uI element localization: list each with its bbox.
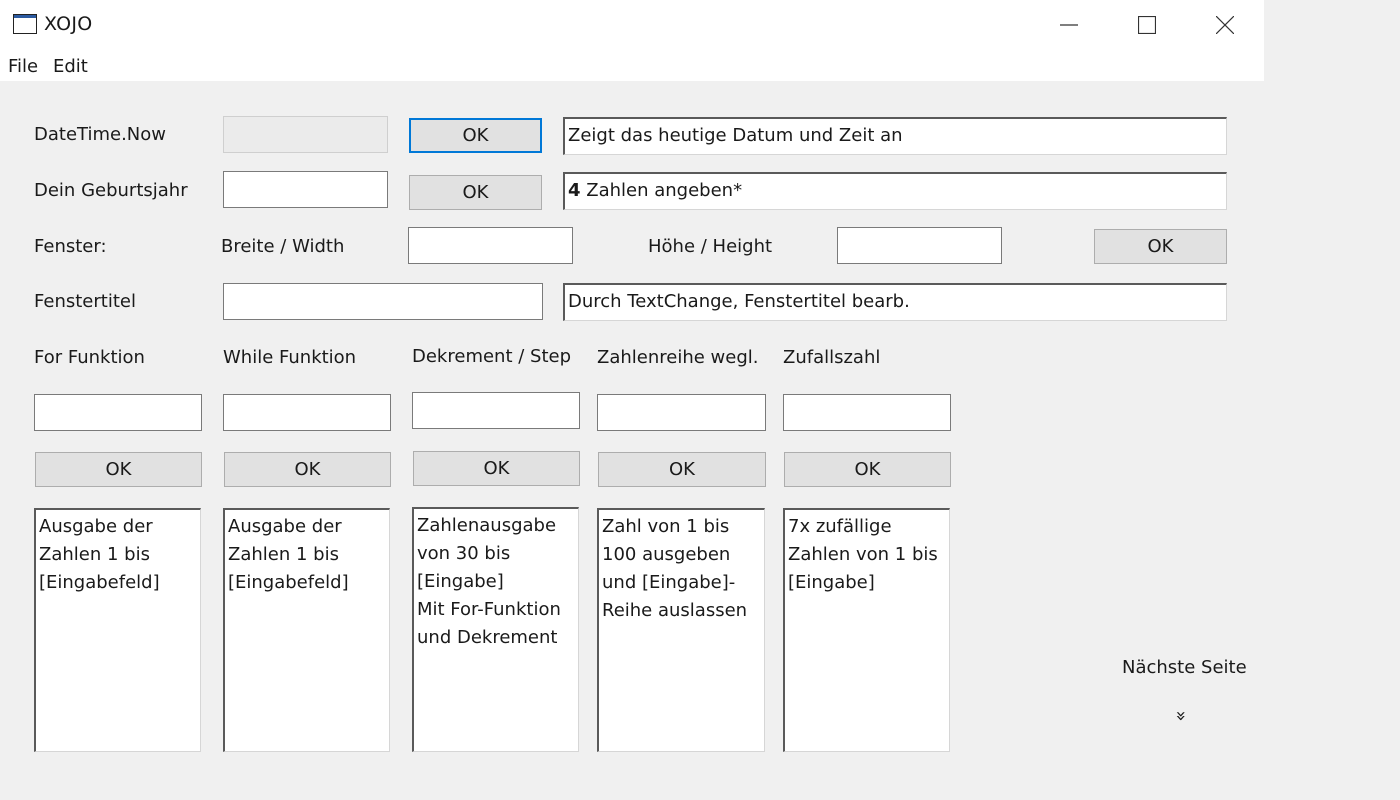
width-label: Breite / Width (221, 236, 345, 257)
birthyear-info-digits: 4 (568, 180, 581, 201)
datetime-ok-button[interactable]: OK (409, 118, 542, 153)
for-ok-button[interactable]: OK (35, 452, 202, 487)
decrement-label: Dekrement / Step (412, 346, 572, 367)
app-window-icon (13, 14, 37, 34)
random-input[interactable] (783, 394, 951, 431)
birthyear-info: 4 Zahlen angeben* (563, 172, 1227, 210)
height-input[interactable] (837, 227, 1002, 264)
datetime-field (223, 116, 388, 153)
while-output[interactable]: Ausgabe der Zahlen 1 bis [Eingabefeld] (223, 508, 390, 752)
while-ok-button[interactable]: OK (224, 452, 391, 487)
datetime-label: DateTime.Now (34, 124, 166, 145)
for-input[interactable] (34, 394, 202, 431)
window-title: XOJO (44, 13, 93, 35)
while-label: While Funktion (223, 347, 357, 368)
menu-file[interactable]: File (8, 56, 38, 77)
width-input[interactable] (408, 227, 573, 264)
skip-row-label: Zahlenreihe wegl. (597, 347, 759, 368)
birthyear-info-text: Zahlen angeben* (580, 180, 743, 201)
for-output[interactable]: Ausgabe der Zahlen 1 bis [Eingabefeld] (34, 508, 201, 752)
menu-bar (0, 50, 1264, 81)
random-output[interactable]: 7x zufällige Zahlen von 1 bis [Eingabe] (783, 508, 950, 752)
decrement-output[interactable]: Zahlenausgabe von 30 bis [Eingabe] Mit F… (412, 507, 579, 752)
window-size-label: Fenster: (34, 236, 107, 257)
skip-row-ok-button[interactable]: OK (598, 452, 766, 487)
while-input[interactable] (223, 394, 391, 431)
window-title-label: Fenstertitel (34, 291, 136, 312)
for-label: For Funktion (34, 347, 145, 368)
birthyear-input[interactable] (223, 171, 388, 208)
window-title-input[interactable] (223, 283, 543, 320)
decrement-ok-button[interactable]: OK (413, 451, 580, 486)
window-title-info: Durch TextChange, Fenstertitel bearb. (563, 283, 1227, 321)
skip-row-output[interactable]: Zahl von 1 bis 100 ausgeben und [Eingabe… (597, 508, 765, 752)
close-icon (1216, 16, 1234, 34)
maximize-icon (1138, 16, 1156, 34)
birthyear-label: Dein Geburtsjahr (34, 180, 188, 201)
minimize-button[interactable] (1030, 0, 1108, 50)
double-chevron-down-icon: » (1170, 710, 1192, 722)
window-size-ok-button[interactable]: OK (1094, 229, 1227, 264)
height-label: Höhe / Height (648, 236, 773, 257)
decrement-input[interactable] (412, 392, 580, 429)
maximize-button[interactable] (1108, 0, 1186, 50)
close-button[interactable] (1186, 0, 1264, 50)
skip-row-input[interactable] (597, 394, 766, 431)
birthyear-ok-button[interactable]: OK (409, 175, 542, 210)
next-page-button[interactable]: » (1170, 708, 1192, 724)
random-ok-button[interactable]: OK (784, 452, 951, 487)
next-page-label[interactable]: Nächste Seite (1122, 657, 1247, 678)
minimize-icon (1060, 24, 1078, 26)
datetime-info: Zeigt das heutige Datum und Zeit an (563, 117, 1227, 155)
menu-edit[interactable]: Edit (53, 56, 88, 77)
random-label: Zufallszahl (783, 347, 881, 368)
